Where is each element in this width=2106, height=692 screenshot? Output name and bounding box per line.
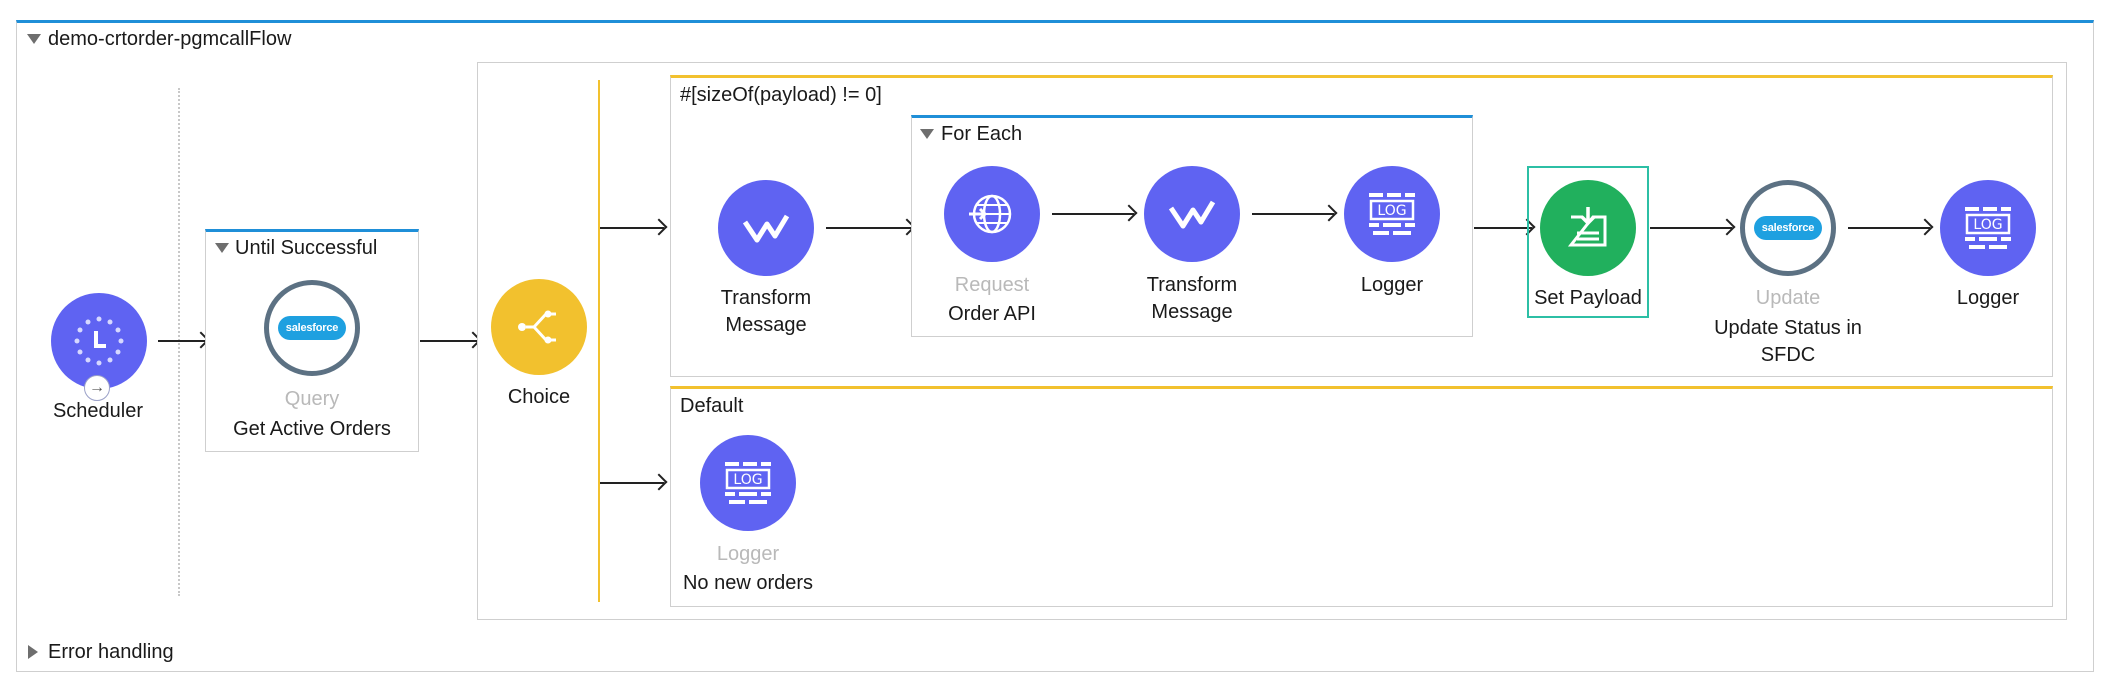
request-type-label: Request xyxy=(954,274,1030,296)
choice-icon xyxy=(518,310,556,344)
collapse-for-each-icon[interactable] xyxy=(920,129,934,139)
set-payload-label: Set Payload xyxy=(1534,287,1642,309)
transform-message-label-line1: Transform xyxy=(1146,274,1238,296)
globe-icon xyxy=(969,194,1012,234)
salesforce-query-node[interactable]: salesforce xyxy=(264,280,360,376)
log-icon: LOG xyxy=(1965,207,2011,249)
salesforce-icon: salesforce xyxy=(1753,216,1823,240)
connector-arrow xyxy=(158,340,206,342)
collapse-flow-icon[interactable] xyxy=(27,34,41,44)
logger-node[interactable]: LOG xyxy=(1344,166,1440,262)
log-icon: LOG xyxy=(725,462,771,504)
connector-arrow xyxy=(1650,227,1732,229)
connector-arrow xyxy=(1052,213,1134,215)
set-payload-icon xyxy=(1567,207,1607,247)
log-icon-text: LOG xyxy=(1973,217,2002,233)
salesforce-update-node[interactable]: salesforce xyxy=(1740,180,1836,276)
log-icon: LOG xyxy=(1369,193,1415,235)
connector-arrow xyxy=(600,227,664,229)
error-handling-label[interactable]: Error handling xyxy=(48,639,174,665)
default-logger-label: No new orders xyxy=(682,572,814,594)
log-icon-text: LOG xyxy=(733,472,762,488)
transform-message-label-line1: Transform xyxy=(720,287,812,309)
set-payload-node[interactable] xyxy=(1540,180,1636,276)
connector-arrow xyxy=(600,482,664,484)
connector-arrow xyxy=(826,227,912,229)
default-title: Default xyxy=(680,395,744,417)
logger-label: Logger xyxy=(1956,287,2020,309)
expand-error-handling-icon[interactable] xyxy=(28,645,38,659)
flow-title[interactable]: demo-crtorder-pgmcallFlow xyxy=(48,26,291,52)
logger-node[interactable]: LOG xyxy=(1940,180,2036,276)
update-type-label: Update xyxy=(1755,287,1821,309)
query-type-label: Query xyxy=(284,388,340,410)
clock-icon xyxy=(74,316,124,366)
logger-node[interactable]: LOG xyxy=(700,435,796,531)
scheduler-label: Scheduler xyxy=(52,400,144,422)
until-successful-title: Until Successful xyxy=(235,237,378,259)
connector-arrow xyxy=(1474,227,1532,229)
transform-message-label-line2: Message xyxy=(1151,301,1233,323)
route-default[interactable] xyxy=(670,386,2053,607)
connector-arrow xyxy=(420,340,478,342)
default-logger-type-label: Logger xyxy=(716,543,780,565)
choice-node[interactable] xyxy=(491,279,587,375)
source-separator xyxy=(178,88,180,596)
transform-message-label-line2: Message xyxy=(725,314,807,336)
update-label-line1: Update Status in xyxy=(1714,317,1862,339)
connector-arrow xyxy=(1252,213,1334,215)
transform-message-node[interactable] xyxy=(718,180,814,276)
connector-arrow xyxy=(1848,227,1930,229)
transform-icon xyxy=(1168,200,1216,229)
route-condition: #[sizeOf(payload) != 0] xyxy=(680,84,882,106)
log-icon-text: LOG xyxy=(1377,203,1406,219)
update-label-line2: SFDC xyxy=(1760,344,1816,366)
transform-message-node[interactable] xyxy=(1144,166,1240,262)
collapse-until-icon[interactable] xyxy=(215,243,229,253)
transform-icon xyxy=(742,214,790,243)
request-label: Order API xyxy=(948,303,1036,325)
logger-label: Logger xyxy=(1360,274,1424,296)
salesforce-icon: salesforce xyxy=(277,316,347,340)
http-request-node[interactable] xyxy=(944,166,1040,262)
choice-label: Choice xyxy=(507,386,571,408)
query-label: Get Active Orders xyxy=(233,418,391,440)
choice-routes-bar xyxy=(598,80,600,602)
for-each-title: For Each xyxy=(941,123,1023,145)
